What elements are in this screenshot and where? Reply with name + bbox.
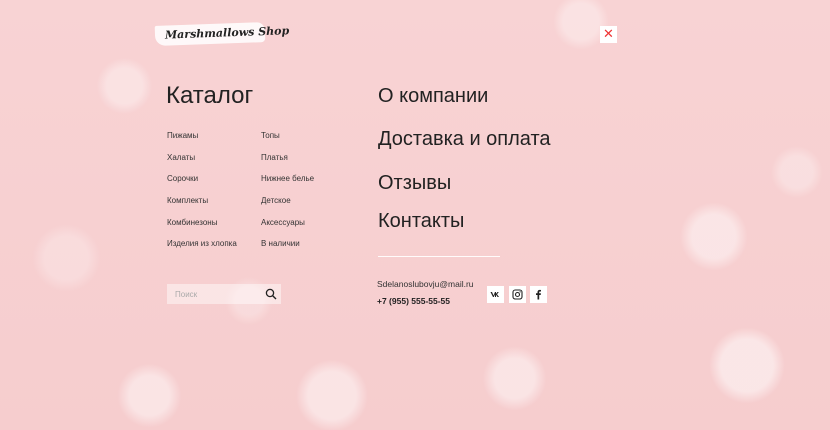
catalog-link[interactable]: Топы [261,131,314,153]
search-icon[interactable] [265,288,277,300]
catalog-link[interactable]: Комплекты [167,196,237,218]
facebook-icon-glyph [536,289,541,300]
catalog-column-1: Пижамы Халаты Сорочки Комплекты Комбинез… [167,131,237,261]
menu-item-contacts[interactable]: Контакты [378,210,464,233]
catalog-link[interactable]: Халаты [167,153,237,175]
instagram-icon[interactable] [509,286,526,303]
menu-item-reviews[interactable]: Отзывы [378,172,451,195]
catalog-title: Каталог [166,82,254,109]
catalog-link[interactable]: Нижнее белье [261,174,314,196]
catalog-link[interactable]: Пижамы [167,131,237,153]
contact-phone[interactable]: +7 (955) 555-55-55 [377,296,450,306]
catalog-link[interactable]: Платья [261,153,314,175]
menu-item-about[interactable]: О компании [378,85,488,108]
catalog-link[interactable]: В наличии [261,239,314,261]
search-input[interactable] [167,284,265,304]
divider [378,256,500,257]
catalog-link[interactable]: Комбинезоны [167,218,237,240]
search-box [167,284,281,304]
catalog-link[interactable]: Сорочки [167,174,237,196]
facebook-icon[interactable] [530,286,547,303]
close-icon: ✕ [603,27,614,42]
catalog-link[interactable]: Детское [261,196,314,218]
menu-item-delivery[interactable]: Доставка и оплата [378,128,551,151]
close-button[interactable]: ✕ [600,26,617,43]
contact-email[interactable]: Sdelanoslubovju@mail.ru [377,279,474,289]
catalog-link[interactable]: Аксессуары [261,218,314,240]
vk-icon[interactable] [487,286,504,303]
catalog-column-2: Топы Платья Нижнее белье Детское Аксессу… [261,131,314,261]
catalog-link[interactable]: Изделия из хлопка [167,239,237,261]
instagram-icon-glyph [512,289,523,300]
vk-icon-glyph [490,292,499,297]
logo[interactable]: Marshmallows Shop [154,22,289,46]
